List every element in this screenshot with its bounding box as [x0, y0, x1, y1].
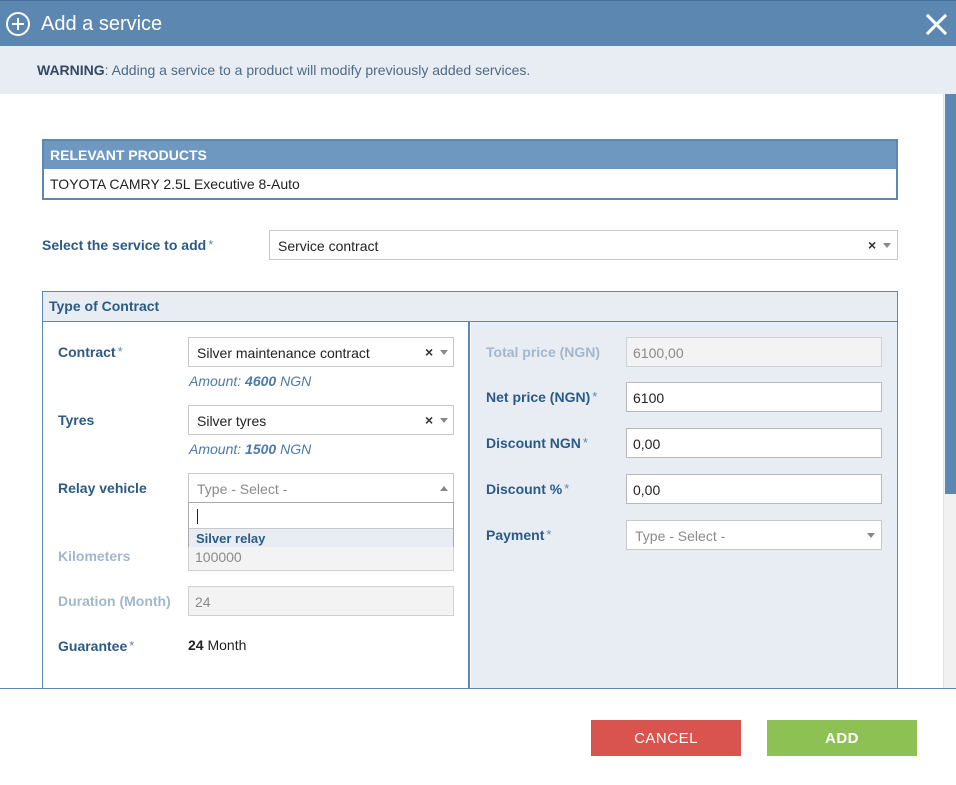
close-icon[interactable] — [924, 12, 948, 36]
service-select-label: Select the service to add * — [42, 237, 214, 253]
tyres-amount: Amount: 1500 NGN — [189, 441, 312, 457]
net-price-field[interactable]: 6100 — [626, 382, 882, 412]
discount-pct-field[interactable]: 0,00 — [626, 474, 882, 504]
contract-label: Contract * — [58, 344, 123, 360]
clear-icon[interactable]: × — [425, 412, 433, 428]
text-cursor — [197, 509, 198, 524]
guarantee-value: 24 Month — [188, 637, 247, 653]
dialog-body: RELEVANT PRODUCTS TOYOTA CAMRY 2.5L Exec… — [0, 94, 956, 688]
relay-vehicle-dropdown: Silver relay — [188, 502, 454, 547]
dialog-header: Add a service — [0, 0, 956, 46]
duration-field: 24 — [188, 586, 454, 616]
total-price-field: 6100,00 — [626, 337, 882, 367]
scrollbar-thumb[interactable] — [945, 94, 956, 494]
payment-label: Payment * — [486, 527, 552, 543]
dropdown-option[interactable]: Silver relay — [189, 529, 453, 547]
warning-banner: WARNING: Adding a service to a product w… — [0, 46, 956, 94]
plus-circle-icon — [6, 12, 30, 36]
guarantee-label: Guarantee * — [58, 638, 135, 654]
service-select[interactable]: Service contract × — [269, 230, 898, 260]
dialog-footer: CANCEL ADD — [0, 688, 956, 785]
relevant-product-item: TOYOTA CAMRY 2.5L Executive 8-Auto — [50, 176, 300, 192]
total-price-label: Total price (NGN) — [486, 344, 601, 360]
tyres-select[interactable]: Silver tyres × — [188, 405, 454, 435]
relay-vehicle-label: Relay vehicle — [58, 480, 147, 496]
add-button[interactable]: ADD — [767, 720, 917, 756]
discount-ngn-field[interactable]: 0,00 — [626, 428, 882, 458]
discount-pct-label: Discount % * — [486, 481, 570, 497]
contract-amount: Amount: 4600 NGN — [189, 373, 312, 389]
relevant-products-header: RELEVANT PRODUCTS — [44, 141, 896, 169]
contract-select[interactable]: Silver maintenance contract × — [188, 337, 454, 367]
relevant-products-box: RELEVANT PRODUCTS TOYOTA CAMRY 2.5L Exec… — [42, 139, 898, 200]
scrollbar[interactable] — [943, 94, 956, 688]
chevron-down-icon[interactable] — [440, 418, 448, 423]
tyres-label: Tyres — [58, 412, 95, 428]
chevron-up-icon[interactable] — [440, 486, 448, 491]
contract-right-column — [471, 322, 897, 688]
clear-icon[interactable]: × — [868, 237, 876, 253]
clear-icon[interactable]: × — [425, 344, 433, 360]
cancel-button[interactable]: CANCEL — [591, 720, 741, 756]
dialog-title: Add a service — [41, 13, 163, 35]
type-of-contract-title: Type of Contract — [43, 292, 897, 322]
chevron-down-icon[interactable] — [867, 533, 875, 538]
duration-label: Duration (Month) — [58, 593, 171, 609]
warning-label: WARNING — [37, 62, 105, 78]
chevron-down-icon[interactable] — [440, 350, 448, 355]
warning-text: : Adding a service to a product will mod… — [104, 62, 531, 78]
discount-ngn-label: Discount NGN * — [486, 435, 588, 451]
relay-vehicle-select[interactable]: Type - Select - — [188, 473, 454, 503]
chevron-down-icon[interactable] — [883, 243, 891, 248]
dropdown-search-input[interactable] — [189, 503, 453, 529]
kilometers-label: Kilometers — [58, 548, 131, 564]
payment-select[interactable]: Type - Select - — [626, 520, 882, 550]
net-price-label: Net price (NGN) * — [486, 389, 598, 405]
